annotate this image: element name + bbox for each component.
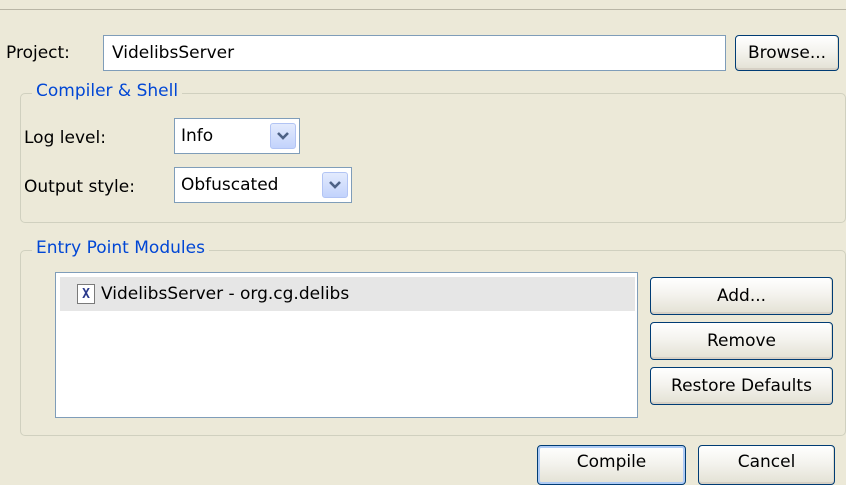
chevron-down-icon[interactable]: [322, 172, 348, 198]
cancel-button[interactable]: Cancel: [698, 445, 835, 485]
entry-point-modules-title: Entry Point Modules: [32, 238, 209, 258]
gwt-module-icon: X: [77, 284, 95, 304]
add-module-button[interactable]: Add...: [650, 277, 833, 315]
log-level-label: Log level:: [24, 128, 106, 148]
log-level-value: Info: [181, 126, 214, 146]
output-style-label: Output style:: [24, 177, 135, 197]
module-label: VidelibsServer - org.cg.delibs: [101, 284, 350, 304]
log-level-select[interactable]: Info: [174, 118, 300, 154]
chevron-down-icon[interactable]: [270, 123, 296, 149]
project-label: Project:: [6, 43, 70, 63]
browse-button[interactable]: Browse...: [735, 35, 839, 71]
list-item[interactable]: X VidelibsServer - org.cg.delibs: [60, 277, 635, 311]
entry-point-modules-list[interactable]: X VidelibsServer - org.cg.delibs: [55, 272, 638, 418]
output-style-select[interactable]: Obfuscated: [174, 167, 352, 203]
compile-button[interactable]: Compile: [537, 445, 686, 485]
project-input[interactable]: VidelibsServer: [103, 35, 726, 71]
compiler-shell-group: [20, 93, 846, 223]
remove-module-button[interactable]: Remove: [650, 322, 833, 360]
compiler-shell-title: Compiler & Shell: [32, 81, 183, 101]
top-separator: [0, 9, 846, 10]
restore-defaults-button[interactable]: Restore Defaults: [650, 367, 833, 405]
output-style-value: Obfuscated: [181, 175, 279, 195]
